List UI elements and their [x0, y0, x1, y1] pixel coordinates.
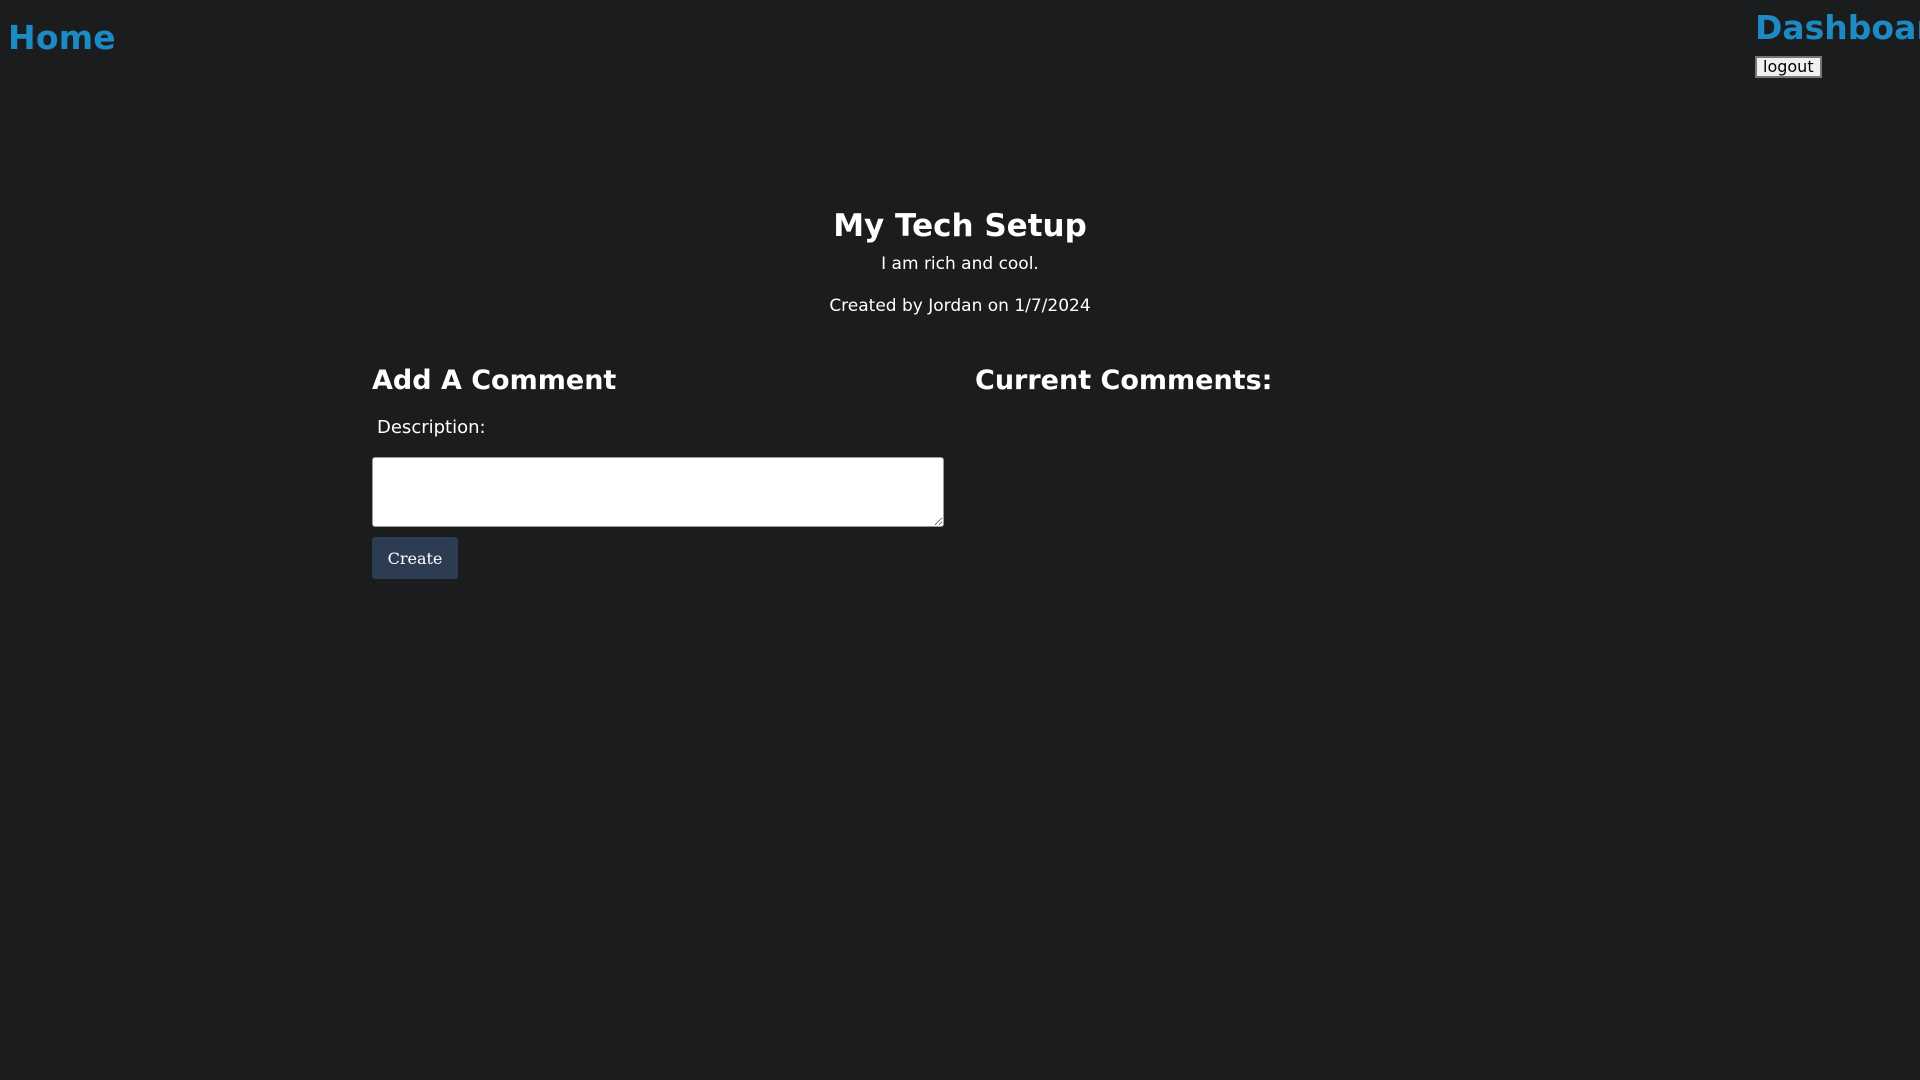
- post-meta: Created by Jordan on 1/7/2024: [829, 296, 1091, 316]
- current-comments-heading: Current Comments:: [975, 365, 1273, 396]
- page: Home Dashboard logout My Tech Setup I am…: [0, 0, 1920, 1080]
- current-comments-section: Current Comments:: [975, 360, 1575, 402]
- add-comment-heading: Add A Comment: [372, 365, 617, 396]
- description-textarea[interactable]: [372, 457, 944, 527]
- post-description: I am rich and cool.: [881, 254, 1039, 274]
- logout-button[interactable]: logout: [1755, 56, 1822, 78]
- home-link[interactable]: Home: [8, 18, 116, 57]
- create-button[interactable]: Create: [372, 537, 458, 579]
- add-comment-form: Add A Comment Description: Create: [372, 360, 944, 579]
- description-label: Description:: [377, 417, 486, 438]
- dashboard-link[interactable]: Dashboard: [1755, 6, 1920, 50]
- post-header: My Tech Setup I am rich and cool. Create…: [0, 205, 1920, 317]
- post-title: My Tech Setup: [833, 208, 1087, 244]
- top-right-nav: Dashboard logout: [1755, 6, 1920, 78]
